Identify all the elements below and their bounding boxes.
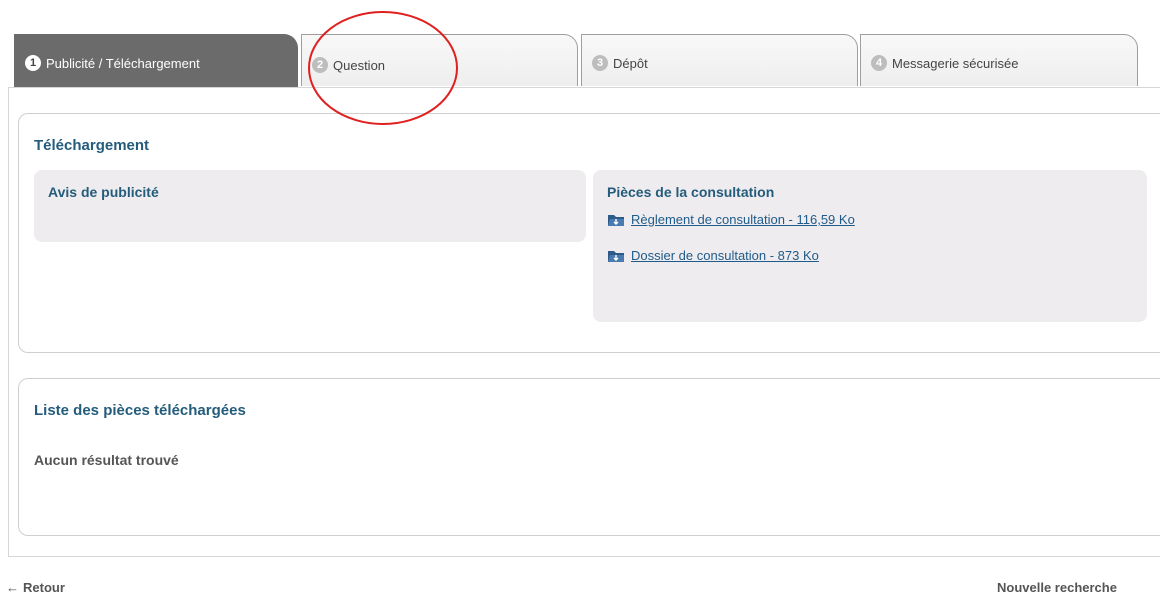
tab-content: 4 Messagerie sécurisée [871, 55, 1018, 71]
arrow-left-icon: ← [6, 580, 19, 595]
tab-label: Dépôt [613, 55, 648, 71]
new-search-label: Nouvelle recherche [997, 580, 1117, 595]
reglement-consultation-link[interactable]: Règlement de consultation - 116,59 Ko [607, 212, 855, 227]
liste-pieces-panel: Liste des pièces téléchargées Aucun résu… [18, 378, 1160, 536]
telechargement-title: Téléchargement [34, 137, 150, 154]
tab-publicite-telechargement[interactable]: 1 Publicité / Téléchargement [14, 34, 298, 88]
telechargement-panel: Téléchargement Avis de publicité Pièces … [18, 113, 1160, 353]
tab-depot[interactable]: 3 Dépôt [581, 34, 858, 86]
tab-bar: 1 Publicité / Téléchargement 2 Question … [14, 34, 1160, 88]
avis-publicite-box: Avis de publicité [34, 170, 586, 242]
tab-number-badge: 3 [592, 55, 608, 71]
dossier-consultation-label: Dossier de consultation - 873 Ko [631, 248, 819, 263]
tab-label: Publicité / Téléchargement [46, 55, 200, 71]
reglement-consultation-label: Règlement de consultation - 116,59 Ko [631, 212, 855, 227]
tab-number-badge: 2 [312, 57, 328, 73]
tab-messagerie-securisee[interactable]: 4 Messagerie sécurisée [860, 34, 1138, 86]
empty-result-message: Aucun résultat trouvé [34, 452, 179, 468]
folder-download-icon [608, 214, 624, 226]
back-link[interactable]: ← Retour [6, 580, 65, 595]
pieces-consultation-box: Pièces de la consultation Règlement de c… [593, 170, 1147, 322]
back-label: Retour [23, 580, 65, 595]
tab-number-badge: 1 [25, 55, 41, 71]
new-search-link[interactable]: Nouvelle recherche [997, 580, 1117, 595]
tab-number-badge: 4 [871, 55, 887, 71]
folder-download-icon [608, 250, 624, 262]
tab-content: 3 Dépôt [592, 55, 648, 71]
tab-label: Messagerie sécurisée [892, 55, 1019, 71]
tab-content: 2 Question [312, 57, 385, 73]
dossier-consultation-link[interactable]: Dossier de consultation - 873 Ko [607, 248, 819, 263]
tab-content: 1 Publicité / Téléchargement [25, 55, 200, 71]
pieces-consultation-title: Pièces de la consultation [607, 184, 775, 200]
liste-pieces-title: Liste des pièces téléchargées [34, 402, 246, 419]
avis-publicite-title: Avis de publicité [48, 184, 159, 200]
tab-question[interactable]: 2 Question [301, 34, 578, 86]
tab-label: Question [333, 57, 386, 73]
